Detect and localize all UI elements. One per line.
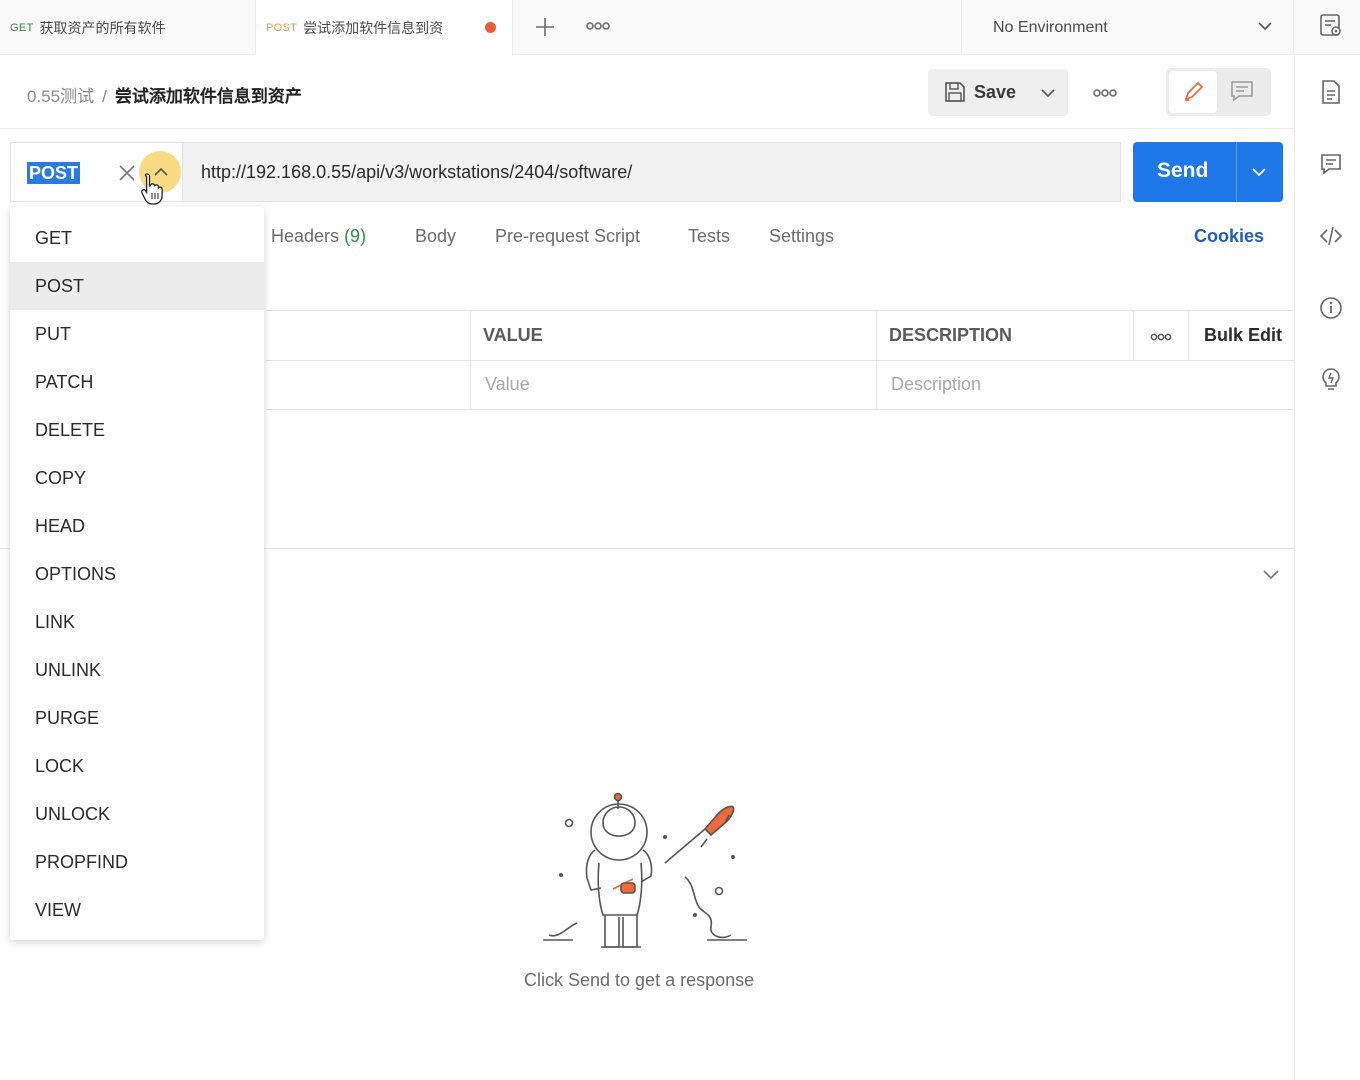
request-tab-get[interactable]: GET 获取资产的所有软件 <box>0 0 256 55</box>
request-tab-post[interactable]: POST 尝试添加软件信息到资 <box>256 0 513 56</box>
empty-response-message: Click Send to get a response <box>524 970 755 990</box>
more-horizontal-icon[interactable] <box>1150 332 1172 342</box>
column-divider <box>470 310 471 409</box>
tab-bar: GET 获取资产的所有软件 POST 尝试添加软件信息到资 No Environ… <box>0 0 1360 56</box>
column-divider <box>1188 310 1189 360</box>
table-border-mid <box>266 360 1294 361</box>
method-dropdown-menu: GET POST PUT PATCH DELETE COPY HEAD OPTI… <box>10 207 264 940</box>
close-icon[interactable] <box>117 163 137 183</box>
hand-cursor-icon <box>141 173 163 205</box>
header-divider <box>0 128 1294 129</box>
edit-mode-button[interactable] <box>1169 71 1217 113</box>
comments-icon[interactable] <box>1319 151 1343 177</box>
method-selected-text[interactable]: POST <box>27 162 81 184</box>
more-horizontal-icon[interactable] <box>1092 82 1118 104</box>
method-option-head[interactable]: HEAD <box>10 502 264 550</box>
lightbulb-icon[interactable] <box>1319 367 1343 393</box>
column-header-value: VALUE <box>483 325 543 345</box>
plus-icon <box>536 18 554 36</box>
tab-headers[interactable]: Headers (9) <box>271 226 366 247</box>
method-option-put[interactable]: PUT <box>10 310 264 358</box>
tab-body[interactable]: Body <box>415 226 456 247</box>
method-option-copy[interactable]: COPY <box>10 454 264 502</box>
save-label: Save <box>974 82 1017 102</box>
tab-options-button[interactable] <box>585 14 613 38</box>
chevron-down-icon[interactable] <box>1251 164 1267 180</box>
save-button[interactable]: Save <box>928 69 1068 116</box>
request-name[interactable]: 尝试添加软件信息到资产 <box>115 87 302 106</box>
method-option-unlock[interactable]: UNLOCK <box>10 790 264 838</box>
tab-pre-request-script[interactable]: Pre-request Script <box>495 226 640 247</box>
tab-title: 尝试添加软件信息到资 <box>303 20 444 36</box>
environment-quick-look-icon[interactable] <box>1318 13 1344 39</box>
chevron-down-icon[interactable] <box>1262 567 1280 581</box>
send-button[interactable]: Send <box>1133 142 1283 202</box>
column-header-description: DESCRIPTION <box>889 325 1013 345</box>
method-option-propfind[interactable]: PROPFIND <box>10 838 264 886</box>
method-option-options[interactable]: OPTIONS <box>10 550 264 598</box>
info-icon[interactable] <box>1319 295 1343 321</box>
send-divider <box>1236 142 1237 202</box>
method-option-lock[interactable]: LOCK <box>10 742 264 790</box>
table-border-top <box>266 310 1294 311</box>
environment-label: No Environment <box>993 18 1108 36</box>
method-option-post[interactable]: POST <box>10 262 264 310</box>
cookies-link[interactable]: Cookies <box>1194 226 1264 247</box>
more-horizontal-icon <box>586 22 610 30</box>
breadcrumb: 0.55测试 / 尝试添加软件信息到资产 <box>27 82 302 107</box>
code-icon[interactable] <box>1319 223 1343 249</box>
save-disk-icon <box>945 82 965 102</box>
tab-method: POST <box>266 22 298 34</box>
method-option-get[interactable]: GET <box>10 214 264 262</box>
value-field[interactable]: Value <box>485 374 530 395</box>
method-option-purge[interactable]: PURGE <box>10 694 264 742</box>
pencil-icon <box>1184 81 1204 101</box>
new-tab-button[interactable] <box>532 12 558 42</box>
tab-tests[interactable]: Tests <box>688 226 730 247</box>
url-text: http://192.168.0.55/api/v3/workstations/… <box>201 162 633 182</box>
right-sidebar <box>1294 55 1360 1080</box>
method-option-link[interactable]: LINK <box>10 598 264 646</box>
method-option-unlink[interactable]: UNLINK <box>10 646 264 694</box>
comment-mode-icon[interactable] <box>1230 80 1254 102</box>
tab-method: GET <box>10 21 34 34</box>
chevron-down-icon[interactable] <box>1040 85 1056 101</box>
method-option-view[interactable]: VIEW <box>10 886 264 934</box>
documentation-icon[interactable] <box>1319 79 1343 105</box>
method-option-patch[interactable]: PATCH <box>10 358 264 406</box>
column-divider <box>876 310 877 409</box>
astronaut-illustration <box>543 792 747 948</box>
breadcrumb-separator: / <box>102 87 107 106</box>
url-input[interactable]: http://192.168.0.55/api/v3/workstations/… <box>182 142 1121 202</box>
method-option-delete[interactable]: DELETE <box>10 406 264 454</box>
environment-selector[interactable]: No Environment <box>961 0 1294 55</box>
tab-headers-label: Headers <box>271 226 340 246</box>
bulk-edit-button[interactable]: Bulk Edit <box>1204 325 1282 346</box>
tab-settings[interactable]: Settings <box>769 226 834 247</box>
unsaved-dot-icon <box>485 22 496 33</box>
table-border-bottom <box>266 409 1294 410</box>
view-mode-toggle <box>1166 68 1271 116</box>
tab-headers-count: (9) <box>344 226 367 246</box>
chevron-down-icon <box>1258 22 1272 31</box>
tab-title: 获取资产的所有软件 <box>39 19 166 36</box>
description-field[interactable]: Description <box>891 374 981 395</box>
column-divider <box>1133 310 1134 360</box>
breadcrumb-collection[interactable]: 0.55测试 <box>27 87 94 106</box>
send-label: Send <box>1157 159 1209 182</box>
